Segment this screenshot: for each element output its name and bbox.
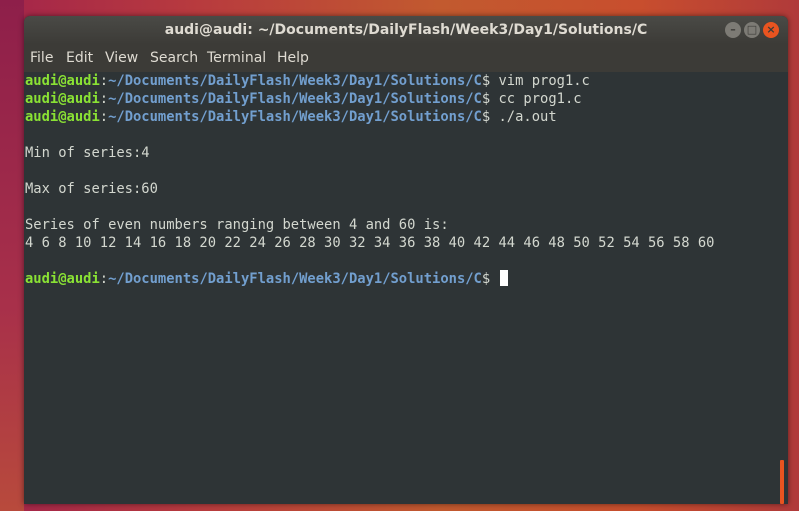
prompt-user: audi@audi [25,271,100,287]
command-text: cc prog1.c [490,91,582,107]
output-heading: Series of even numbers ranging between 4… [25,217,449,233]
title-bar[interactable]: audi@audi: ~/Documents/DailyFlash/Week3/… [24,16,788,44]
minimize-button[interactable]: – [725,22,741,38]
prompt-symbol: $ [481,91,491,107]
scrollbar-thumb[interactable] [780,460,784,504]
prompt-path: ~/Documents/DailyFlash/Week3/Day1/Soluti… [108,91,482,107]
command-line: audi@audi:~/Documents/DailyFlash/Week3/D… [25,108,557,126]
terminal-output[interactable]: audi@audi:~/Documents/DailyFlash/Week3/D… [24,72,788,504]
command-text: vim prog1.c [490,73,590,89]
menu-terminal[interactable]: Terminal [207,44,266,72]
prompt-separator: : [99,109,109,125]
prompt-path: ~/Documents/DailyFlash/Week3/Day1/Soluti… [108,271,482,287]
command-line: audi@audi:~/Documents/DailyFlash/Week3/D… [25,90,582,108]
text-cursor [499,270,508,286]
menu-bar: File Edit View Search Terminal Help [24,44,788,72]
prompt-user: audi@audi [25,91,100,107]
window-title: audi@audi: ~/Documents/DailyFlash/Week3/… [164,22,648,38]
menu-search[interactable]: Search [150,44,198,72]
prompt-separator: : [99,73,109,89]
prompt-user: audi@audi [25,109,100,125]
maximize-button[interactable]: □ [744,22,760,38]
prompt-path: ~/Documents/DailyFlash/Week3/Day1/Soluti… [108,109,482,125]
command-text: ./a.out [490,109,557,125]
output-min: Min of series:4 [25,145,150,161]
active-prompt-line[interactable]: audi@audi:~/Documents/DailyFlash/Week3/D… [25,270,508,288]
prompt-symbol: $ [481,109,491,125]
menu-view[interactable]: View [105,44,138,72]
output-max: Max of series:60 [25,181,158,197]
prompt-symbol: $ [481,73,491,89]
menu-edit[interactable]: Edit [66,44,93,72]
prompt-user: audi@audi [25,73,100,89]
desktop-background [0,0,24,511]
menu-file[interactable]: File [30,44,53,72]
output-series: 4 6 8 10 12 14 16 18 20 22 24 26 28 30 3… [25,235,715,251]
prompt-path: ~/Documents/DailyFlash/Week3/Day1/Soluti… [108,73,482,89]
command-line: audi@audi:~/Documents/DailyFlash/Week3/D… [25,72,590,90]
close-button[interactable]: × [763,22,779,38]
terminal-window[interactable]: audi@audi: ~/Documents/DailyFlash/Week3/… [24,16,788,504]
prompt-symbol: $ [481,271,491,287]
menu-help[interactable]: Help [277,44,309,72]
prompt-separator: : [99,271,109,287]
prompt-separator: : [99,91,109,107]
